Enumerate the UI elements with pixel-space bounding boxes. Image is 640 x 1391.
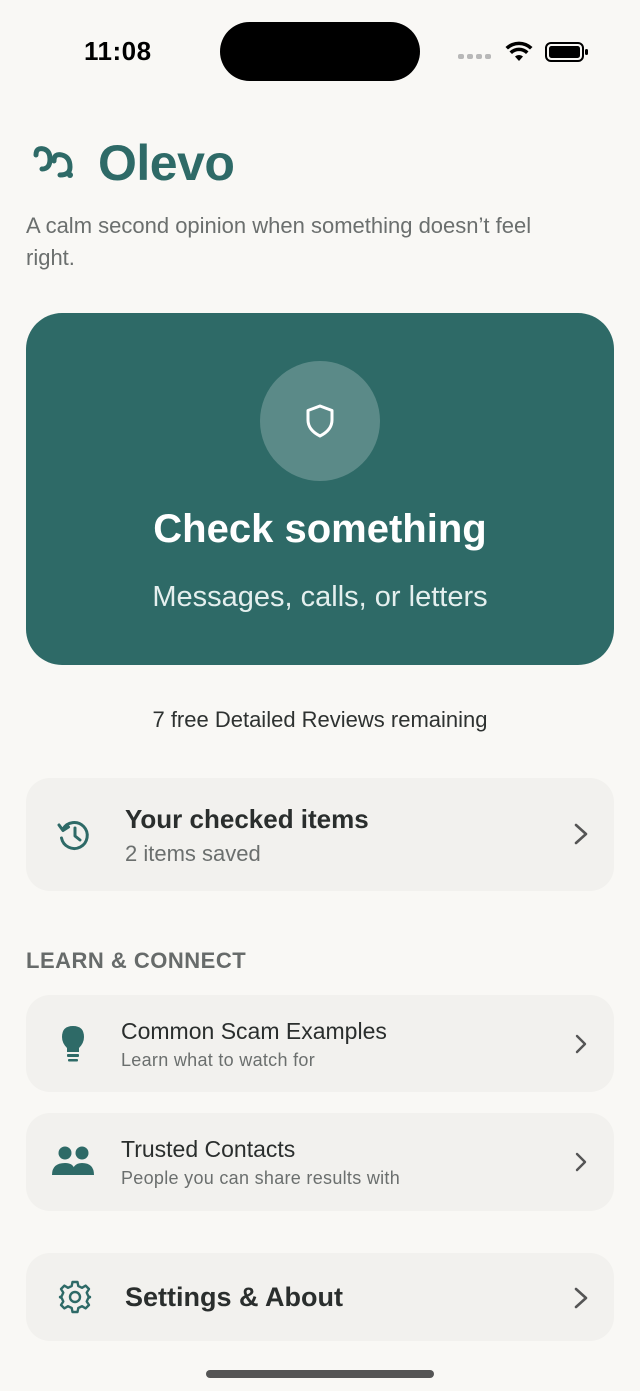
hero-title: Check something xyxy=(153,507,487,551)
trusted-contacts-subtitle: People you can share results with xyxy=(121,1168,401,1188)
common-scam-examples-card[interactable]: Common Scam Examples Learn what to watch… xyxy=(26,995,614,1092)
brand-name: Olevo xyxy=(98,135,235,191)
history-icon xyxy=(57,821,89,850)
gear-icon xyxy=(58,1280,92,1314)
home-indicator[interactable] xyxy=(206,1370,434,1378)
home-screen: 11:08 Olevo A calm second opinion when s… xyxy=(0,0,640,1391)
settings-about-card[interactable]: Settings & About xyxy=(26,1253,614,1341)
dynamic-island xyxy=(220,22,420,81)
cellular-icon xyxy=(458,53,491,59)
brand: Olevo xyxy=(30,134,235,192)
status-indicators xyxy=(458,40,589,64)
common-scam-examples-title: Common Scam Examples xyxy=(121,1018,387,1044)
tagline: A calm second opinion when something doe… xyxy=(26,213,532,270)
checked-items-title: Your checked items xyxy=(125,804,369,834)
people-icon xyxy=(52,1146,94,1175)
lightbulb-icon xyxy=(62,1026,84,1062)
chevron-right-icon xyxy=(575,1152,587,1172)
hero-icon-circle xyxy=(260,361,380,481)
checked-items-card[interactable]: Your checked items 2 items saved xyxy=(26,778,614,891)
chevron-right-icon xyxy=(574,823,588,845)
check-something-button[interactable]: Check something Messages, calls, or lett… xyxy=(26,313,614,665)
trusted-contacts-card[interactable]: Trusted Contacts People you can share re… xyxy=(26,1113,614,1211)
settings-about-title: Settings & About xyxy=(125,1282,343,1312)
olevo-logo-icon xyxy=(33,146,73,178)
chevron-right-icon xyxy=(575,1034,587,1054)
review-quota-text: 7 free Detailed Reviews remaining xyxy=(152,707,488,732)
shield-icon xyxy=(306,404,334,438)
status-time: 11:08 xyxy=(84,36,152,66)
common-scam-examples-subtitle: Learn what to watch for xyxy=(121,1050,316,1070)
hero-subtitle: Messages, calls, or letters xyxy=(152,581,488,613)
learn-connect-heading: LEARN & CONNECT xyxy=(26,948,247,973)
wifi-icon xyxy=(505,41,533,61)
trusted-contacts-title: Trusted Contacts xyxy=(121,1136,296,1162)
chevron-right-icon xyxy=(574,1287,588,1309)
battery-icon xyxy=(545,42,588,62)
checked-items-subtitle: 2 items saved xyxy=(125,841,261,866)
